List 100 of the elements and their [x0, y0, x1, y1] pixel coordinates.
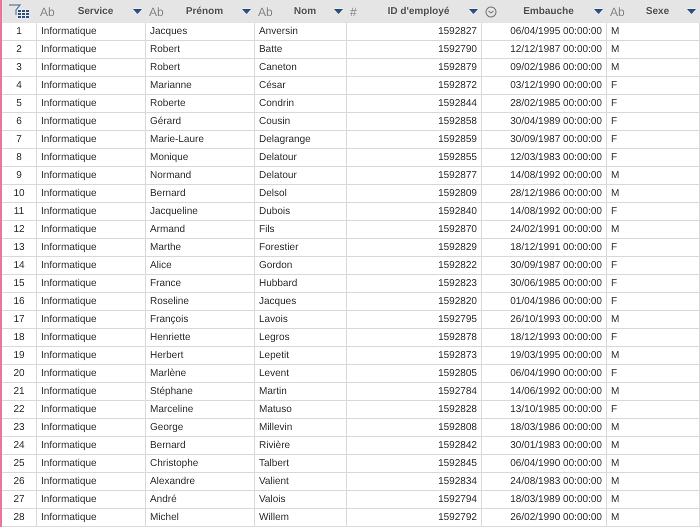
table-cell: Alice [146, 257, 255, 274]
table-cell: 1592820 [347, 293, 482, 310]
row-number: 13 [2, 239, 37, 256]
row-number: 17 [2, 311, 37, 328]
table-cell: 30/09/1987 00:00:00 [482, 257, 607, 274]
table-cell: Informatique [37, 329, 146, 346]
table-cell: 1592827 [347, 23, 482, 40]
row-number: 2 [2, 41, 37, 58]
dropdown-caret-icon[interactable] [242, 9, 251, 14]
table-cell: 06/04/1995 00:00:00 [482, 23, 607, 40]
column-header[interactable]: Prénom [167, 4, 242, 19]
row-number: 16 [2, 293, 37, 310]
table-cell: Legros [255, 329, 347, 346]
table-cell: Monique [146, 149, 255, 166]
row-number: 3 [2, 59, 37, 76]
table-cell: F [607, 257, 700, 274]
table-cell: Informatique [37, 185, 146, 202]
row-number: 9 [2, 167, 37, 184]
table-cell: 1592834 [347, 473, 482, 490]
table-cell: M [607, 23, 700, 40]
table-cell: 19/03/1995 00:00:00 [482, 347, 607, 364]
row-number: 14 [2, 257, 37, 274]
dropdown-caret-icon[interactable] [469, 9, 478, 14]
table-cell: M [607, 509, 700, 526]
table-cell: Informatique [37, 77, 146, 94]
table-cell: François [146, 311, 255, 328]
table-cell: 30/06/1985 00:00:00 [482, 275, 607, 292]
table-cell: Millevin [255, 419, 347, 436]
row-number: 1 [2, 23, 37, 40]
table-cell: Anversin [255, 23, 347, 40]
dropdown-caret-icon[interactable] [334, 9, 343, 14]
table-cell: Delatour [255, 167, 347, 184]
table-cell: Rivière [255, 437, 347, 454]
table-cell: César [255, 77, 347, 94]
table-cell: Jacques [255, 293, 347, 310]
table-cell: Levent [255, 365, 347, 382]
table-cell: 1592794 [347, 491, 482, 508]
column-type-label: # [350, 4, 358, 20]
table-cell: 1592809 [347, 185, 482, 202]
table-cell: F [607, 203, 700, 220]
table-cell: M [607, 311, 700, 328]
table-cell: Fils [255, 221, 347, 238]
table-cell: 06/04/1990 00:00:00 [482, 365, 607, 382]
table-cell: F [607, 239, 700, 256]
table-cell: 1592845 [347, 455, 482, 472]
table-cell: Christophe [146, 455, 255, 472]
table-cell: 1592842 [347, 437, 482, 454]
table-cell: 14/08/1992 00:00:00 [482, 203, 607, 220]
table-cell: 12/12/1987 00:00:00 [482, 41, 607, 58]
table-cell: Roseline [146, 293, 255, 310]
table-cell: Informatique [37, 311, 146, 328]
column-header[interactable]: Nom [276, 4, 334, 19]
table-cell: Dubois [255, 203, 347, 220]
dropdown-caret-icon[interactable] [594, 9, 603, 14]
table-cell: F [607, 329, 700, 346]
table-cell: 01/04/1986 00:00:00 [482, 293, 607, 310]
column-header[interactable]: ID d'employé [368, 4, 469, 19]
table-cell: Informatique [37, 95, 146, 112]
table-cell: Informatique [37, 59, 146, 76]
table-cell: Delagrange [255, 131, 347, 148]
column-header[interactable]: Service [58, 4, 133, 19]
table-cell: M [607, 491, 700, 508]
dropdown-caret-icon[interactable] [687, 9, 696, 14]
row-number: 12 [2, 221, 37, 238]
column-header[interactable]: Embauche [503, 4, 594, 19]
table-cell: 1592784 [347, 383, 482, 400]
table-cell: M [607, 383, 700, 400]
column-header[interactable]: Sexe [628, 4, 687, 19]
table-cell: 1592808 [347, 419, 482, 436]
table-cell: 28/12/1986 00:00:00 [482, 185, 607, 202]
dropdown-caret-icon[interactable] [133, 9, 142, 14]
table-cell: Informatique [37, 293, 146, 310]
table-cell: Matuso [255, 401, 347, 418]
table-cell: Roberte [146, 95, 255, 112]
table-cell: Cousin [255, 113, 347, 130]
table-cell: Informatique [37, 419, 146, 436]
table-cell: Armand [146, 221, 255, 238]
table-cell: 18/12/1991 00:00:00 [482, 239, 607, 256]
table-cell: Informatique [37, 149, 146, 166]
table-cell: Jacques [146, 23, 255, 40]
table-cell: Lepetit [255, 347, 347, 364]
table-cell: F [607, 149, 700, 166]
table-cell: M [607, 419, 700, 436]
table-cell: 1592840 [347, 203, 482, 220]
table-cell: 06/04/1990 00:00:00 [482, 455, 607, 472]
row-number: 4 [2, 77, 37, 94]
column-type-label: Ab [258, 4, 274, 20]
table-cell: M [607, 221, 700, 238]
table-cell: Informatique [37, 509, 146, 526]
table-filter-icon[interactable] [8, 2, 32, 20]
row-number: 7 [2, 131, 37, 148]
table-cell: 30/01/1983 00:00:00 [482, 437, 607, 454]
table-cell: Robert [146, 59, 255, 76]
table-cell: 1592829 [347, 239, 482, 256]
row-number: 25 [2, 455, 37, 472]
table-cell: F [607, 113, 700, 130]
table-cell: Informatique [37, 437, 146, 454]
table-cell: Marceline [146, 401, 255, 418]
table-cell: Normand [146, 167, 255, 184]
table-cell: 26/10/1993 00:00:00 [482, 311, 607, 328]
